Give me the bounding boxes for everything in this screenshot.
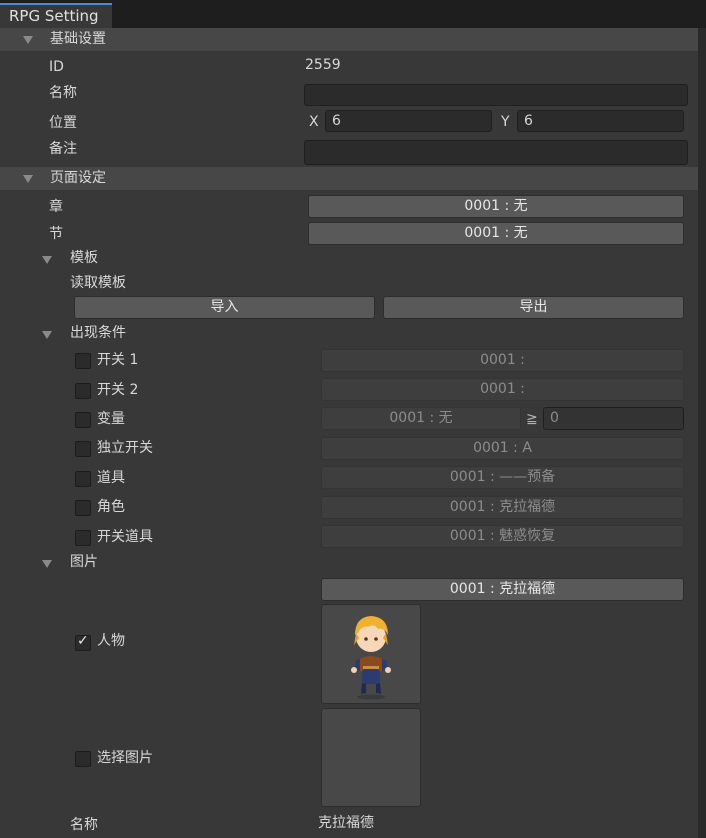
tab-title: RPG Setting (9, 7, 99, 25)
tab-rpg-setting[interactable]: RPG Setting (0, 3, 112, 28)
y-label: Y (501, 114, 510, 130)
import-button[interactable]: 导入 (74, 296, 375, 319)
id-value: 2559 (305, 57, 341, 73)
image-name-value: 克拉福德 (318, 815, 374, 831)
choose-image-label: 选择图片 (97, 750, 153, 766)
character-checkbox[interactable] (75, 633, 91, 651)
switch2-dropdown[interactable]: 0001 : (321, 378, 684, 401)
name-input[interactable] (304, 84, 688, 106)
character-sprite-icon (351, 616, 391, 700)
name-label: 名称 (49, 85, 77, 101)
variable-operator: ≧ (526, 411, 538, 427)
choose-image-checkbox[interactable] (75, 751, 91, 767)
export-button[interactable]: 导出 (383, 296, 684, 319)
switch-item-checkbox[interactable] (75, 530, 91, 546)
template-triangle-icon[interactable] (42, 256, 52, 264)
x-input[interactable]: 6 (325, 110, 492, 132)
character-label: 人物 (97, 633, 125, 649)
self-switch-dropdown[interactable]: 0001 : A (321, 437, 684, 460)
variable-checkbox[interactable] (75, 412, 91, 428)
y-input[interactable]: 6 (517, 110, 684, 132)
item-label: 道具 (97, 470, 125, 486)
conditions-header: 出现条件 (70, 325, 126, 341)
image-header: 图片 (70, 554, 98, 570)
switch-item-dropdown[interactable]: 0001 : 魅惑恢复 (321, 525, 684, 548)
chapter-dropdown[interactable]: 0001 : 无 (308, 195, 684, 218)
switch2-checkbox[interactable] (75, 383, 91, 399)
switch-item-label: 开关道具 (97, 529, 153, 545)
character-image-slot[interactable] (321, 604, 421, 704)
section-basic-header[interactable]: 基础设置 (0, 28, 698, 51)
template-header: 模板 (70, 250, 98, 266)
self-switch-label: 独立开关 (97, 440, 153, 456)
note-label: 备注 (49, 141, 77, 157)
section-label: 节 (49, 226, 63, 242)
switch1-checkbox[interactable] (75, 353, 91, 369)
scrollbar[interactable] (698, 28, 706, 838)
switch1-label: 开关 1 (97, 352, 139, 368)
actor-checkbox[interactable] (75, 500, 91, 516)
variable-compare-input[interactable]: 0 (543, 407, 684, 430)
item-dropdown[interactable]: 0001 : ——预备 (321, 466, 684, 489)
section-page-header[interactable]: 页面设定 (0, 167, 698, 190)
character-select-dropdown[interactable]: 0001 : 克拉福德 (321, 578, 684, 601)
actor-label: 角色 (97, 499, 125, 515)
variable-dropdown[interactable]: 0001 : 无 (321, 407, 521, 430)
section-basic-title: 基础设置 (50, 31, 106, 47)
chapter-label: 章 (49, 199, 63, 215)
id-label: ID (49, 59, 64, 75)
expand-triangle-icon[interactable] (23, 175, 33, 183)
item-checkbox[interactable] (75, 471, 91, 487)
choose-image-slot[interactable] (321, 708, 421, 807)
section-page-title: 页面设定 (50, 170, 106, 186)
conditions-triangle-icon[interactable] (42, 331, 52, 339)
image-triangle-icon[interactable] (42, 560, 52, 568)
read-template-label: 读取模板 (70, 275, 126, 291)
position-label: 位置 (49, 115, 77, 131)
x-label: X (309, 114, 319, 130)
window-tab-bar: RPG Setting (0, 0, 706, 28)
self-switch-checkbox[interactable] (75, 441, 91, 457)
section-dropdown[interactable]: 0001 : 无 (308, 222, 684, 245)
switch2-label: 开关 2 (97, 382, 139, 398)
actor-dropdown[interactable]: 0001 : 克拉福德 (321, 496, 684, 519)
variable-label: 变量 (97, 411, 125, 427)
note-input[interactable] (304, 140, 688, 165)
switch1-dropdown[interactable]: 0001 : (321, 349, 684, 372)
image-name-label: 名称 (70, 817, 98, 833)
expand-triangle-icon[interactable] (23, 36, 33, 44)
